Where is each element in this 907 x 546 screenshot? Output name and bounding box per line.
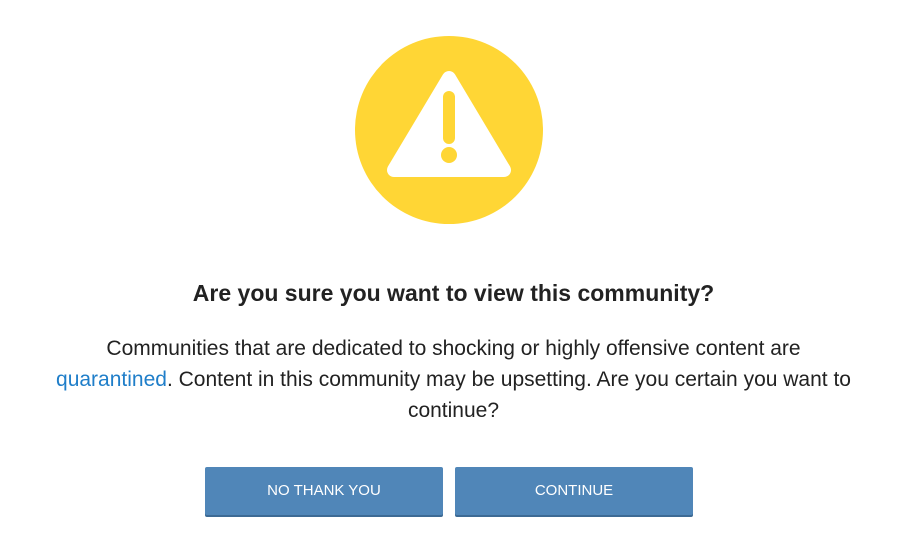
message-text-after-link: . Content in this community may be upset… <box>166 368 851 422</box>
continue-button[interactable]: CONTINUE <box>455 467 693 515</box>
no-thank-you-button[interactable]: NO THANK YOU <box>205 467 443 515</box>
message-text-before-link: Communities that are dedicated to shocki… <box>106 337 801 360</box>
dialog-title: Are you sure you want to view this commu… <box>192 280 715 306</box>
warning-icon <box>355 36 543 224</box>
quarantined-link[interactable]: quarantined <box>56 368 167 391</box>
dialog-message: Communities that are dedicated to shocki… <box>52 333 855 426</box>
quarantine-interstitial: Are you sure you want to view this commu… <box>0 0 907 546</box>
